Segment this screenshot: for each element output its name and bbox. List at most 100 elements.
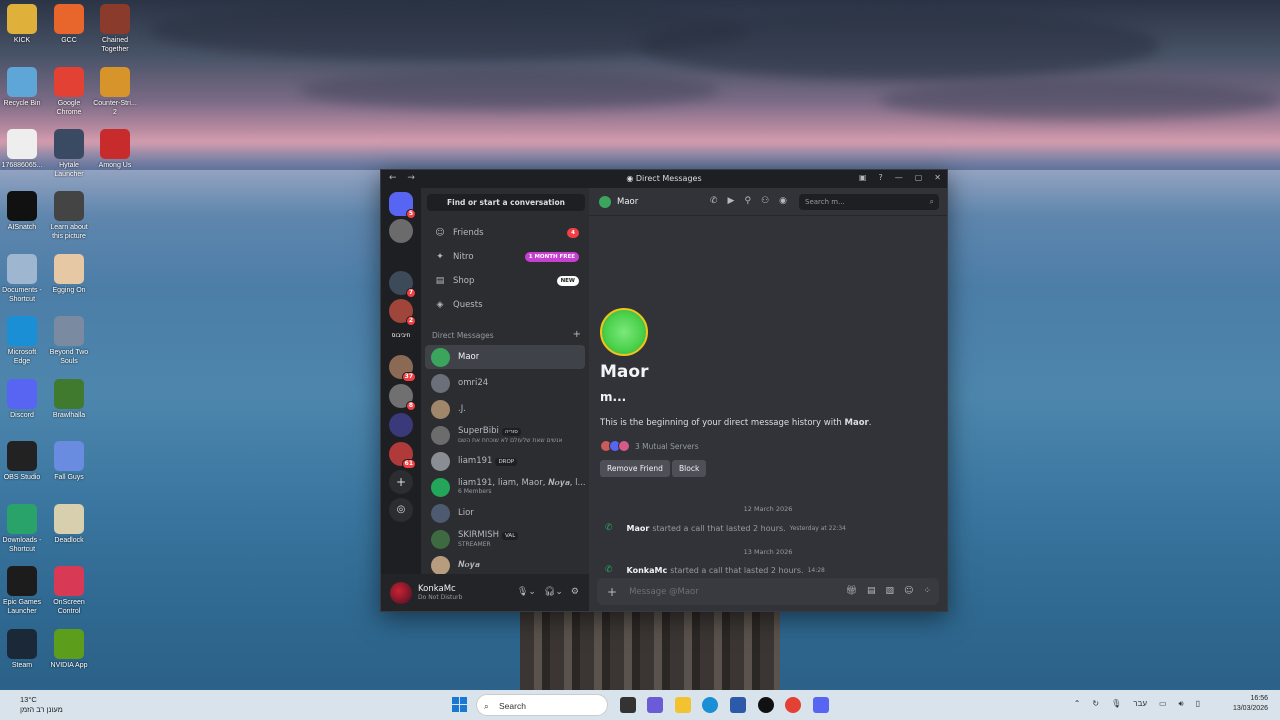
app-icon[interactable] xyxy=(758,697,774,713)
gift-icon[interactable]: 🎁︎ xyxy=(846,586,857,596)
battery-icon[interactable]: ▯ xyxy=(1196,699,1200,709)
attach-plus-icon[interactable]: + xyxy=(607,585,617,599)
desktop-icon[interactable]: Beyond Two Souls xyxy=(39,316,99,366)
fall-guys-icon xyxy=(54,441,84,471)
discord-icon[interactable] xyxy=(813,697,829,713)
help-icon[interactable]: ? xyxy=(878,173,882,182)
chrome-icon[interactable] xyxy=(785,697,801,713)
add-server-icon[interactable]: + xyxy=(389,470,413,494)
nav-friends[interactable]: ☺ Friends 4 xyxy=(425,222,585,244)
task-view-icon[interactable] xyxy=(620,697,636,713)
dm-item[interactable]: omri24 xyxy=(425,371,585,395)
recipient-large-avatar[interactable] xyxy=(600,308,648,356)
file-explorer-icon[interactable] xyxy=(675,697,691,713)
search-icon: ⌕ xyxy=(929,197,934,206)
remove-friend-button[interactable]: Remove Friend xyxy=(600,460,670,477)
dm-item[interactable]: SKIRMISH VAL STREAMER xyxy=(425,527,585,551)
desktop-icon[interactable]: Fall Guys xyxy=(39,441,99,482)
epic-games-icon xyxy=(7,566,37,596)
recipient-name[interactable]: Maor xyxy=(617,197,638,207)
server-icon[interactable]: 7 xyxy=(389,271,416,298)
dm-item[interactable]: SuperBibi סוריה אנשים שאת שלעולם לא שוכחת … xyxy=(425,423,585,447)
add-friends-icon[interactable]: ⚇ xyxy=(761,196,769,206)
inbox-icon[interactable]: ▣ xyxy=(859,173,867,182)
emoji-icon[interactable]: ☺ xyxy=(904,586,913,596)
desktop-icon[interactable]: Chained Together xyxy=(85,4,145,54)
desktop-icon[interactable]: Learn about this picture xyxy=(39,191,99,241)
dm-item[interactable]: .J. xyxy=(425,397,585,421)
dm-item[interactable]: liam191, liam, Maor, 𝑵𝒐𝒚𝒂, l... 6 Members xyxy=(425,475,585,499)
store-icon[interactable] xyxy=(730,697,746,713)
sticker-icon[interactable]: ▧ xyxy=(886,586,895,596)
nav-shop[interactable]: ▤ Shop NEW xyxy=(425,270,585,292)
chat-area: Maor ✆ ▶ ⚲ ⚇ ◉ Search m... ⌕ Maor m... T… xyxy=(589,188,947,611)
desktop-icon[interactable]: Brawlhalla xyxy=(39,379,99,420)
server-icon[interactable]: חיביבוס xyxy=(389,324,413,339)
message-composer[interactable]: + Message @Maor 🎁︎ ▤ ▧ ☺ ⁘ xyxy=(597,578,939,605)
find-conversation-button[interactable]: Find or start a conversation xyxy=(427,194,585,211)
maximize-button[interactable]: ▢ xyxy=(915,173,923,182)
server-icon[interactable]: 8 xyxy=(389,384,416,411)
settings-gear-icon[interactable]: ⚙ xyxy=(571,587,579,597)
headphones-icon[interactable]: 🎧︎⌄ xyxy=(544,587,563,597)
nav-badge: 1 MONTH FREE xyxy=(524,252,579,262)
direct-messages-home-icon[interactable]: 5 xyxy=(389,192,416,219)
quests-icon: ◈ xyxy=(436,300,444,310)
nav-quests[interactable]: ◈ Quests xyxy=(425,294,585,316)
gif-icon[interactable]: ▤ xyxy=(867,586,876,596)
server-icon[interactable] xyxy=(389,219,413,243)
teams-icon[interactable] xyxy=(647,697,663,713)
dm-item[interactable]: Maor xyxy=(425,345,585,369)
nav-badge: NEW xyxy=(556,276,579,286)
taskbar-search[interactable]: ⌕ Search xyxy=(476,694,608,716)
desktop-icon[interactable]: NVIDIA App xyxy=(39,629,99,670)
network-icon[interactable]: ▭ xyxy=(1159,699,1167,709)
deadlock-icon xyxy=(54,504,84,534)
start-button[interactable] xyxy=(452,697,467,712)
sync-icon[interactable]: ↻ xyxy=(1092,699,1099,709)
user-profile-icon[interactable]: ◉ xyxy=(779,196,787,206)
dm-subtext: STREAMER xyxy=(458,540,491,548)
dm-tag: סוריה xyxy=(501,427,521,436)
edge-icon[interactable] xyxy=(702,697,718,713)
server-icon[interactable] xyxy=(389,413,413,437)
block-button[interactable]: Block xyxy=(672,460,707,477)
server-icon[interactable]: 2 xyxy=(389,299,416,326)
create-dm-button[interactable]: + xyxy=(573,329,581,340)
mic-tray-icon[interactable]: 🎙︎ xyxy=(1111,699,1121,709)
minimize-button[interactable]: — xyxy=(895,173,903,182)
volume-icon[interactable]: 🔊︎ xyxy=(1179,699,1184,709)
search-input[interactable]: Search m... ⌕ xyxy=(799,194,939,210)
language-indicator[interactable]: עבר xyxy=(1133,699,1147,709)
beyond-two-souls-icon xyxy=(54,316,84,346)
desktop-icon[interactable]: Counter-Stri... 2 xyxy=(85,67,145,117)
user-status: Do Not Disturb xyxy=(418,593,463,601)
pinned-messages-icon[interactable]: ⚲ xyxy=(744,196,751,206)
discover-icon[interactable]: ◎ xyxy=(389,498,413,522)
microphone-icon[interactable]: 🎙︎⌄ xyxy=(517,587,536,597)
desktop-icon[interactable]: Egging On xyxy=(39,254,99,295)
close-button[interactable]: ✕ xyxy=(934,173,941,182)
user-avatar[interactable] xyxy=(390,581,412,604)
video-call-icon[interactable]: ▶ xyxy=(728,196,735,206)
apps-icon[interactable]: ⁘ xyxy=(923,586,931,596)
desktop-icon[interactable]: Deadlock xyxy=(39,504,99,545)
intro-text: This is the beginning of your direct mes… xyxy=(600,418,872,428)
dm-item[interactable]: liam191 DROP xyxy=(425,449,585,473)
mutual-servers[interactable]: 3 Mutual Servers xyxy=(600,440,699,452)
dm-sidebar: Find or start a conversation ☺ Friends 4 ✦ N… xyxy=(421,188,589,575)
nitro-icon: ✦ xyxy=(436,252,444,262)
recipient-avatar[interactable] xyxy=(599,195,611,208)
nav-badge: 4 xyxy=(567,228,579,238)
desktop-icon[interactable]: OnScreen Control xyxy=(39,566,99,616)
voice-call-icon[interactable]: ✆ xyxy=(710,196,718,206)
clock[interactable]: 16:56 13/03/2026 xyxy=(1233,694,1268,714)
weather-widget[interactable]: 13°C מעונן רב הזמן xyxy=(20,695,63,715)
server-icon[interactable]: 61 xyxy=(389,442,416,469)
desktop-icon[interactable]: Among Us xyxy=(85,129,145,170)
nav-nitro[interactable]: ✦ Nitro 1 MONTH FREE xyxy=(425,246,585,268)
dm-item[interactable]: Lior xyxy=(425,501,585,525)
server-icon[interactable]: 37 xyxy=(389,355,416,382)
dm-name: 𝑵𝒐𝒚𝒂 xyxy=(458,560,480,570)
chevron-up-icon[interactable]: ⌃ xyxy=(1074,699,1081,709)
